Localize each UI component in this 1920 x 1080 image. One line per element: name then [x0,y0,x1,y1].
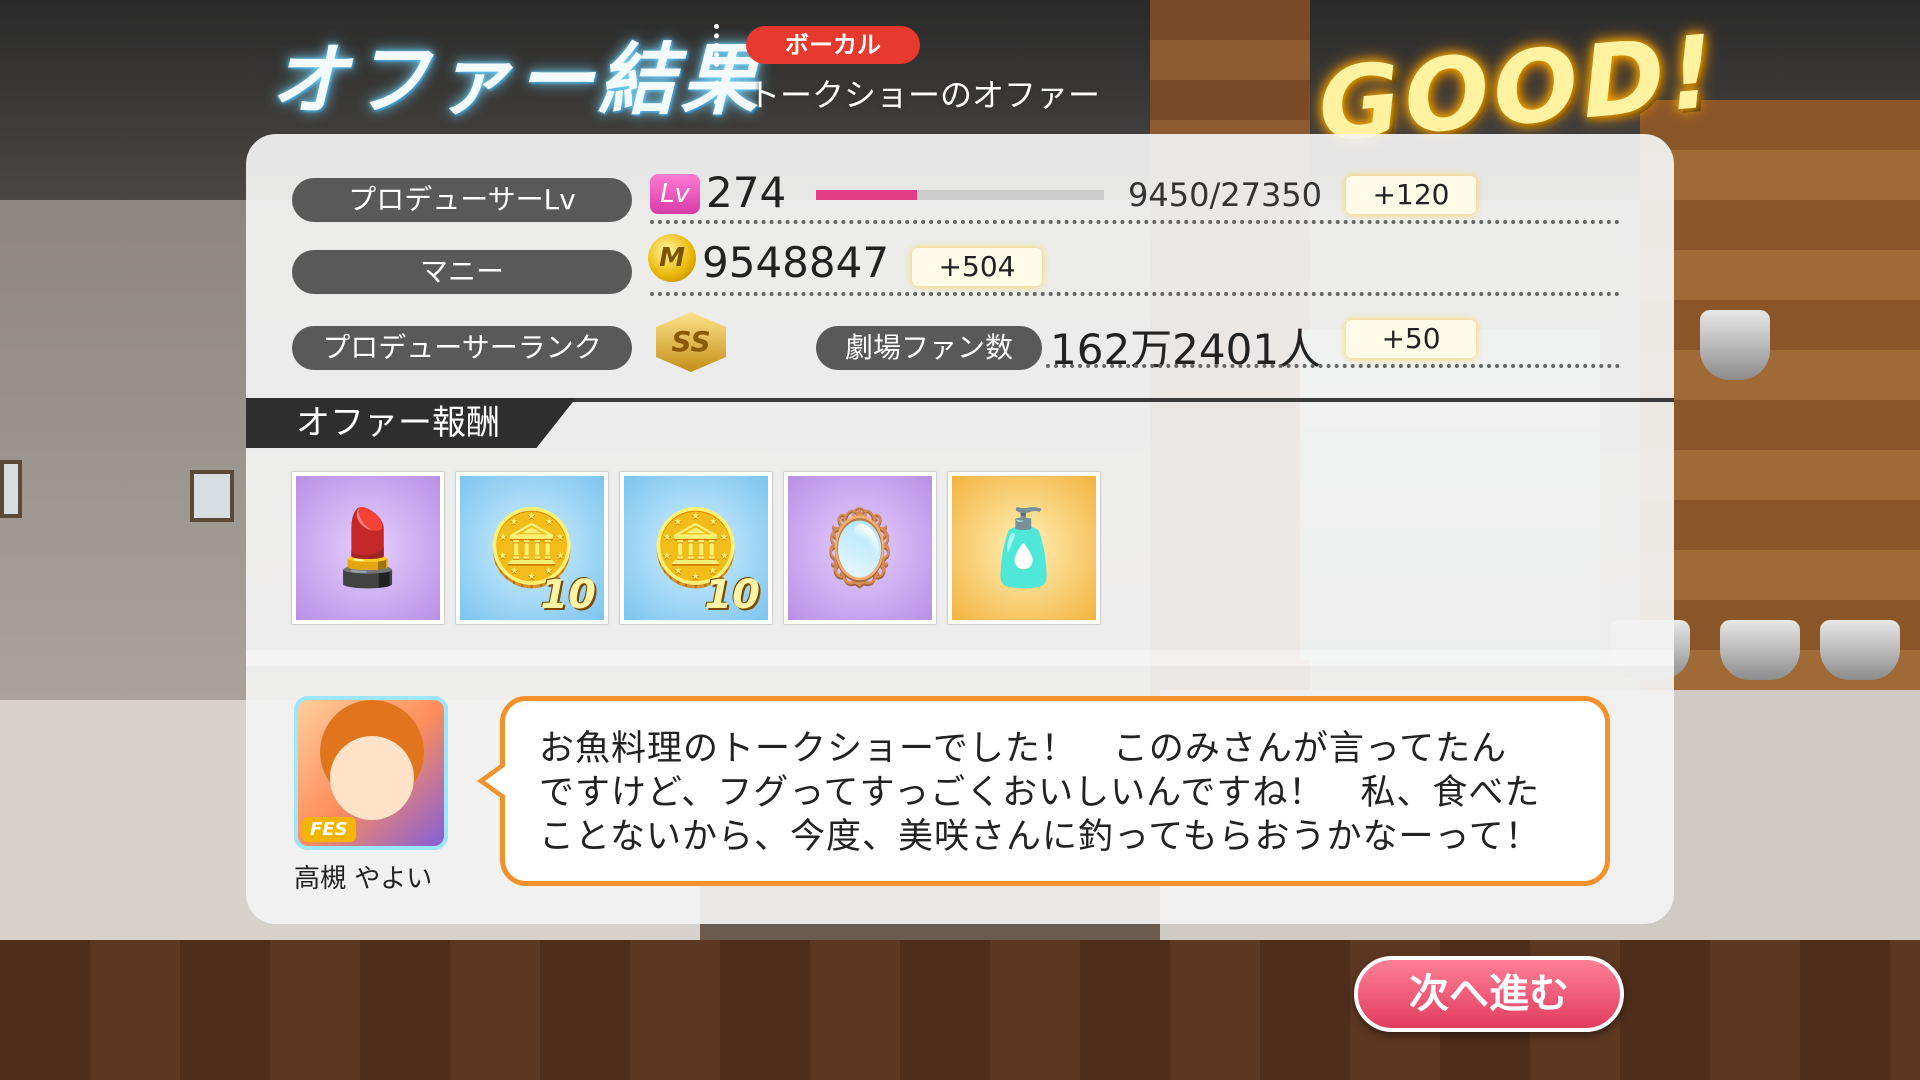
lipstick-icon: 💄 [321,504,415,591]
producer-lv-value: 274 [706,168,787,217]
row-divider [650,220,1620,224]
fan-count-label: 劇場ファン数 [816,326,1042,370]
character-face [330,736,414,820]
rank-ss-icon: SS [656,312,726,372]
reward-item[interactable]: 🪞 [784,472,936,624]
wood-wall [1640,100,1920,700]
next-button[interactable]: 次へ進む [1354,956,1624,1032]
lv-gain: +120 [1346,176,1476,214]
reward-item[interactable]: 🪙 10 [456,472,608,624]
pot [1820,620,1900,680]
reward-item[interactable]: 💄 [292,472,444,624]
character-name: 高槻 やよい [294,864,433,894]
rank-label: プロデューサーランク [292,326,632,370]
hand-mirror-icon: 🪞 [813,504,907,591]
pot [1720,620,1800,680]
picture-frame [0,460,22,518]
dialog-text: お魚料理のトークショーでした！ このみさんが言ってたん ですけど、フグってすっご… [505,701,1605,885]
hanging-pot [1700,310,1770,380]
exp-progress-fill [816,190,917,200]
rewards-heading: オファー報酬 [246,398,576,448]
exp-progress-bar [816,190,1104,200]
dialog-line: お魚料理のトークショーでした！ このみさんが言ってたん [539,729,1508,769]
offer-name: トークショーのオファー [748,76,1101,114]
producer-lv-label: プロデューサーLv [292,178,632,222]
category-badge: ボーカル [746,26,920,64]
reward-items: 💄 🪙 10 🪙 10 🪞 🧴 [292,472,1100,624]
reward-item[interactable]: 🪙 10 [620,472,772,624]
lv-icon: Lv [650,174,700,214]
coin-icon: M [648,234,696,282]
character-avatar[interactable]: FES [294,696,448,850]
money-value: 9548847 [702,238,890,287]
row-divider [650,292,1620,296]
result-panel: プロデューサーLv Lv 274 9450/27350 +120 マニー M 9… [246,134,1674,924]
dialog-line: ですけど、フグってすっごくおいしいんですね！ 私、食べた [539,773,1541,813]
money-gain: +504 [912,248,1042,286]
reward-quantity: 10 [540,572,596,618]
fan-gain: +50 [1346,320,1476,358]
page-title: オファー結果 [270,36,763,126]
exp-text: 9450/27350 [1128,176,1323,214]
speech-bubble: お魚料理のトークショーでした！ このみさんが言ってたん ですけど、フグってすっご… [477,696,1610,886]
picture-frame [190,470,234,522]
section-divider [246,650,1674,666]
floor [0,940,1920,1080]
row-divider [1046,364,1620,368]
money-label: マニー [292,250,632,294]
dialog-line: ことないから、今度、美咲さんに釣ってもらおうかなーって！ [539,817,1541,857]
title-divider [714,24,719,114]
reward-item[interactable]: 🧴 [948,472,1100,624]
bath-salts-bottle-icon: 🧴 [977,504,1071,591]
fes-badge: FES [302,817,356,842]
reward-quantity: 10 [704,572,760,618]
